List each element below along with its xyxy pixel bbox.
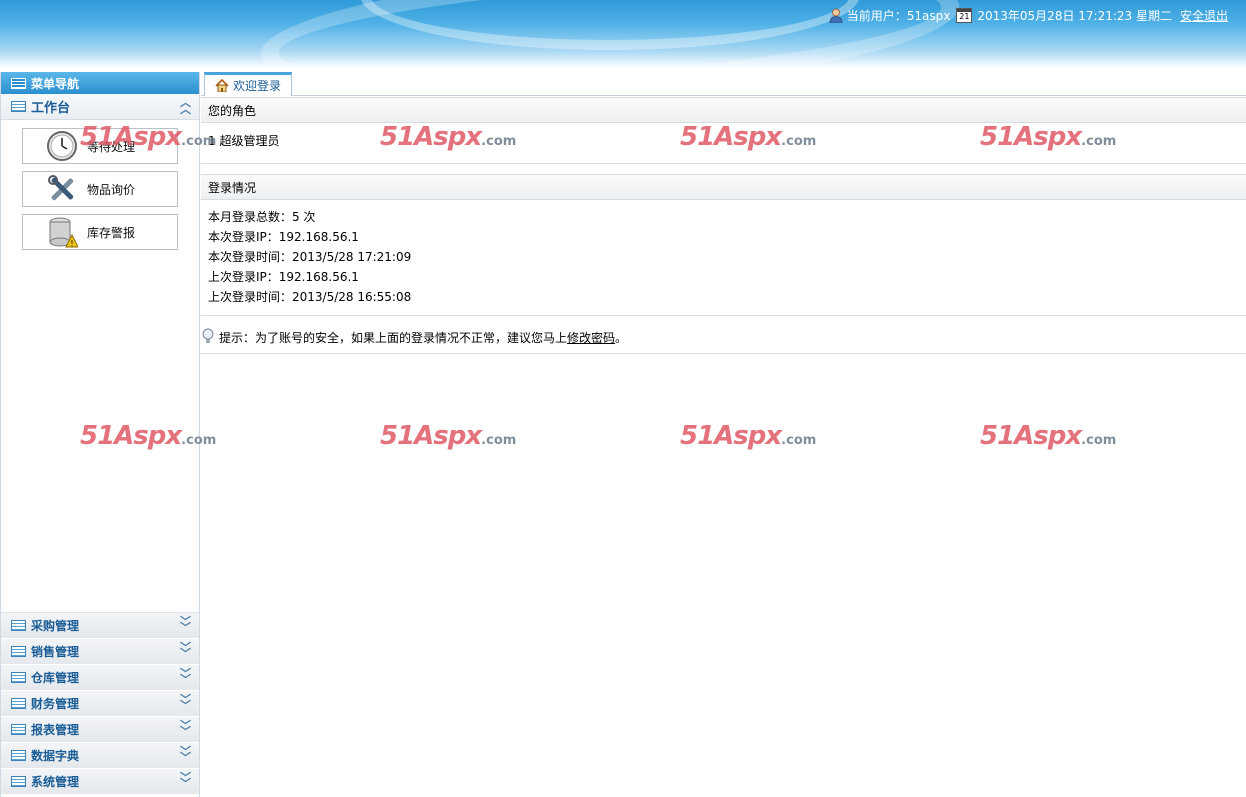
menu-purchase[interactable]: 采购管理 ﹀ ﹀	[1, 613, 199, 639]
watermark-logo: 51Aspx.com	[680, 421, 817, 451]
chevron-down-icon[interactable]: ﹀ ﹀	[180, 720, 191, 737]
price-inquiry-label: 物品询价	[87, 182, 136, 197]
menu-label: 销售管理	[31, 645, 80, 659]
watermark-logo: 51Aspx.com	[380, 421, 517, 451]
sidebar-title: 菜单导航	[1, 72, 199, 94]
lightbulb-icon	[202, 328, 214, 343]
change-password-link[interactable]: 修改密码	[567, 329, 615, 346]
list-icon	[11, 672, 26, 683]
menu-label: 采购管理	[31, 619, 80, 633]
list-icon	[11, 776, 26, 787]
tab-welcome[interactable]: 欢迎登录	[204, 72, 292, 96]
login-title: 登录情况	[208, 180, 257, 195]
role-section-body: 1 超级管理员	[201, 123, 1246, 164]
current-datetime: 2013年05月28日 17:21:23 星期二	[977, 9, 1172, 23]
current-login-ip: 本次登录IP：192.168.56.1	[208, 230, 359, 244]
svg-text:!: !	[70, 239, 73, 248]
menu-warehouse[interactable]: 仓库管理 ﹀ ﹀	[1, 665, 199, 691]
menu-dictionary[interactable]: 数据字典 ﹀ ﹀	[1, 743, 199, 769]
database-warning-icon: !	[45, 216, 79, 248]
list-icon	[11, 646, 26, 657]
login-section-body: 本月登录总数：5 次 本次登录IP：192.168.56.1 本次登录时间：20…	[201, 200, 1246, 316]
menu-label: 财务管理	[31, 697, 80, 711]
list-icon	[11, 620, 26, 631]
menu-label: 数据字典	[31, 749, 80, 763]
current-login-time: 本次登录时间：2013/5/28 17:21:09	[208, 250, 412, 264]
chevron-up-icon[interactable]: ︿ ︿	[180, 97, 191, 115]
home-icon	[215, 79, 229, 92]
sidebar: 菜单导航 工作台 ︿ ︿ 等待处理 物品询价 ! 库存警报 采购管理 ﹀ ﹀ 销售管	[0, 72, 200, 797]
calendar-icon: 21	[956, 8, 973, 23]
login-count: 本月登录总数：5 次	[208, 210, 316, 224]
menu-system[interactable]: 系统管理 ﹀ ﹀	[1, 769, 199, 795]
list-icon	[11, 698, 26, 709]
stock-alert-label: 库存警报	[87, 225, 136, 240]
menu-reports[interactable]: 报表管理 ﹀ ﹀	[1, 717, 199, 743]
user-icon	[829, 8, 843, 23]
chevron-down-icon[interactable]: ﹀ ﹀	[180, 694, 191, 711]
logout-link[interactable]: 安全退出	[1180, 7, 1228, 24]
current-user-label: 当前用户：	[846, 9, 907, 23]
clock-icon	[45, 130, 79, 162]
sidebar-title-label: 菜单导航	[31, 76, 80, 91]
current-user-name: 51aspx	[906, 8, 951, 23]
chevron-down-icon[interactable]: ﹀ ﹀	[180, 746, 191, 763]
tools-icon	[45, 173, 79, 205]
top-banner: 当前用户： 51aspx 21 2013年05月28日 17:21:23 星期二…	[0, 0, 1246, 68]
login-section-header: 登录情况	[201, 174, 1246, 200]
watermark-logo: 51Aspx.com	[980, 421, 1117, 451]
tip-text: 提示：为了账号的安全，如果上面的登录情况不正常，建议您马上	[219, 331, 568, 345]
role-value: 1 超级管理员	[208, 134, 280, 148]
tab-welcome-label: 欢迎登录	[233, 79, 282, 93]
tip-end: 。	[615, 331, 628, 345]
security-tip: 提示：为了账号的安全，如果上面的登录情况不正常，建议您马上 修改密码 。	[201, 322, 1246, 354]
chevron-down-icon[interactable]: ﹀ ﹀	[180, 772, 191, 789]
menu-finance[interactable]: 财务管理 ﹀ ﹀	[1, 691, 199, 717]
chevron-down-icon[interactable]: ﹀ ﹀	[180, 642, 191, 659]
list-icon	[11, 724, 26, 735]
menu-sales[interactable]: 销售管理 ﹀ ﹀	[1, 639, 199, 665]
price-inquiry-button[interactable]: 物品询价	[22, 171, 178, 207]
workbench-panel: 等待处理 物品询价 ! 库存警报	[1, 120, 199, 613]
list-icon	[11, 101, 26, 112]
last-login-ip: 上次登录IP：192.168.56.1	[208, 270, 359, 284]
menu-label: 仓库管理	[31, 671, 80, 685]
workbench-header[interactable]: 工作台 ︿ ︿	[1, 94, 199, 120]
pending-tasks-button[interactable]: 等待处理	[22, 128, 178, 164]
role-section-header: 您的角色	[201, 97, 1246, 123]
role-title: 您的角色	[208, 103, 257, 118]
menu-label: 系统管理	[31, 775, 80, 789]
chevron-down-icon[interactable]: ﹀ ﹀	[180, 616, 191, 633]
last-login-time: 上次登录时间：2013/5/28 16:55:08	[208, 290, 412, 304]
pending-tasks-label: 等待处理	[87, 139, 136, 154]
workbench-title: 工作台	[31, 101, 71, 116]
chevron-down-icon[interactable]: ﹀ ﹀	[180, 668, 191, 685]
stock-alert-button[interactable]: ! 库存警报	[22, 214, 178, 250]
list-icon	[11, 750, 26, 761]
user-bar: 当前用户： 51aspx 21 2013年05月28日 17:21:23 星期二…	[829, 7, 1228, 24]
tab-bar: 欢迎登录	[201, 72, 1246, 96]
menu-label: 报表管理	[31, 723, 80, 737]
list-icon	[11, 77, 26, 89]
